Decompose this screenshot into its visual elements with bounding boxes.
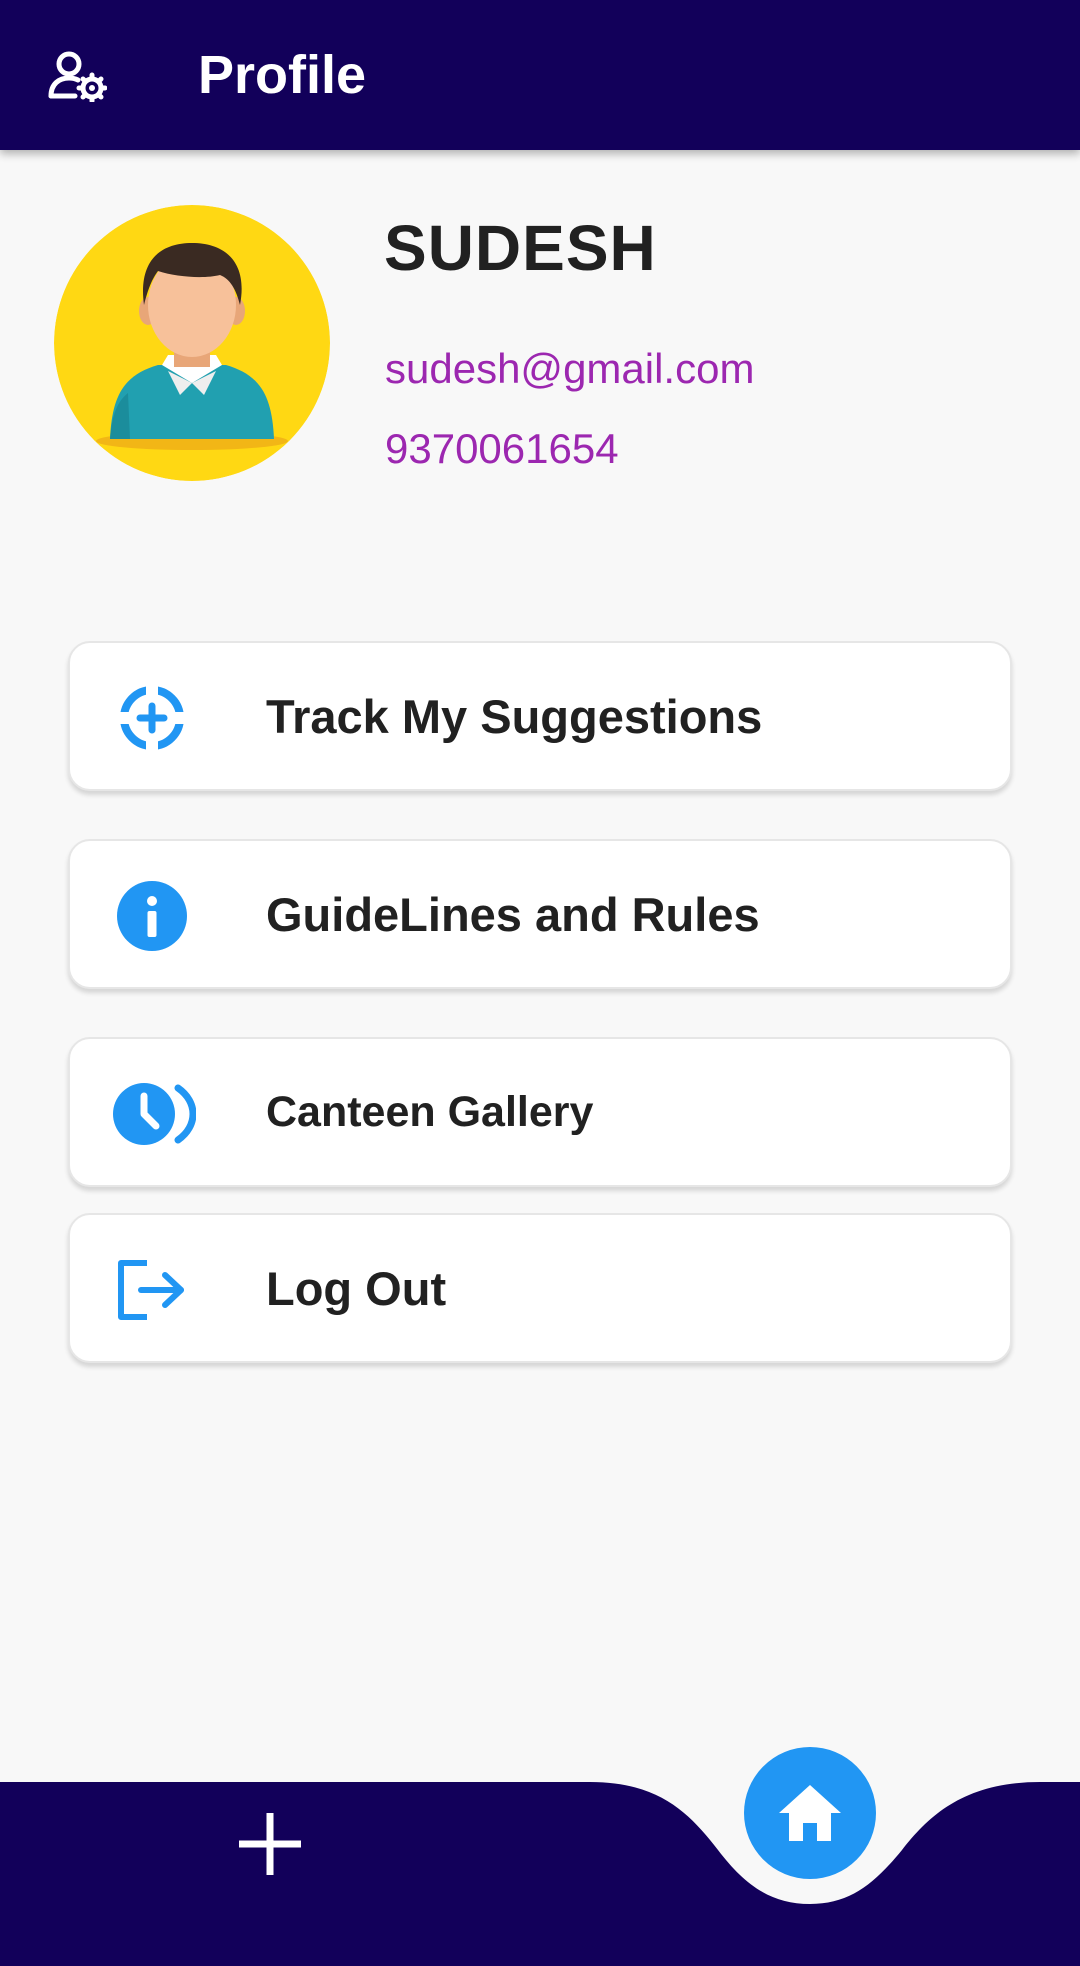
home-icon xyxy=(779,1785,841,1841)
menu-item-label: GuideLines and Rules xyxy=(266,887,760,941)
plus-icon xyxy=(239,1813,301,1875)
app-bar: Profile xyxy=(0,0,1080,150)
menu-item-logout[interactable]: Log Out xyxy=(68,1213,1012,1363)
menu-item-label: Track My Suggestions xyxy=(266,689,763,743)
logout-icon xyxy=(114,1252,190,1328)
menu-item-track-suggestions[interactable]: Track My Suggestions xyxy=(68,641,1012,791)
bottom-nav-background xyxy=(0,1782,1080,1966)
info-icon xyxy=(114,878,190,954)
home-button[interactable] xyxy=(744,1747,876,1879)
profile-email: sudesh@gmail.com xyxy=(385,345,755,392)
menu-item-label: Canteen Gallery xyxy=(266,1087,594,1136)
target-plus-icon xyxy=(114,680,190,756)
bottom-navigation xyxy=(0,1740,1080,1966)
profile-phone: 9370061654 xyxy=(385,425,619,472)
menu-item-guidelines[interactable]: GuideLines and Rules xyxy=(68,839,1012,989)
page-title: Profile xyxy=(198,45,367,105)
menu-item-canteen-gallery[interactable]: Canteen Gallery xyxy=(68,1037,1012,1187)
profile-screen: Profile SUDESH sudesh@gmail.com 93700616… xyxy=(0,0,1080,1966)
user-settings-icon[interactable] xyxy=(34,36,120,116)
menu-item-label: Log Out xyxy=(266,1261,447,1315)
person-avatar-icon xyxy=(54,205,330,481)
avatar xyxy=(54,205,330,481)
clock-gallery-icon xyxy=(112,1076,196,1152)
add-button[interactable] xyxy=(224,1798,316,1890)
profile-name: SUDESH xyxy=(384,212,657,284)
